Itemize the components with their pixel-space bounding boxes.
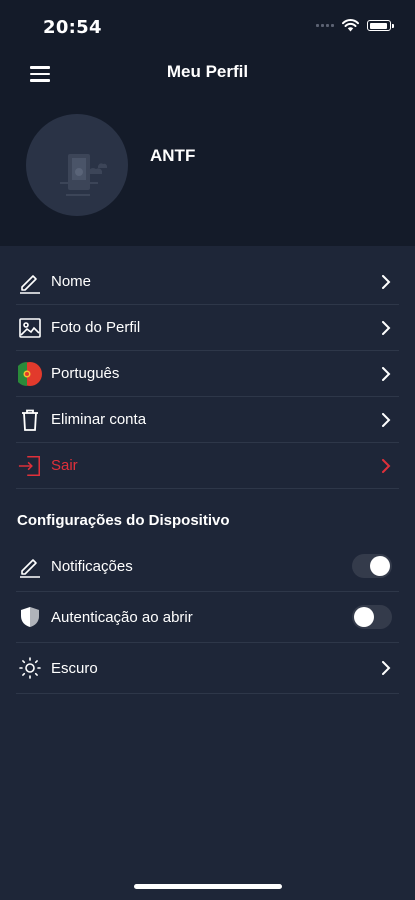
menu-item-logout[interactable]: Sair: [16, 443, 399, 489]
image-icon: [18, 316, 42, 340]
pencil-icon: [18, 554, 42, 578]
logout-icon: [18, 454, 42, 478]
menu-item-delete-account[interactable]: Eliminar conta: [16, 397, 399, 443]
profile-menu-list: Nome Foto do Perfil Português Eliminar c…: [16, 259, 399, 489]
setting-label: Notificações: [51, 557, 133, 575]
status-time: 20:54: [43, 17, 102, 38]
menu-item-label: Sair: [51, 457, 78, 474]
setting-label: Autenticação ao abrir: [51, 608, 193, 626]
sun-icon: [18, 656, 42, 680]
setting-notifications: Notificações: [16, 541, 399, 592]
profile-name: ANTF: [150, 146, 196, 165]
battery-icon: [367, 20, 394, 31]
pencil-icon: [18, 270, 42, 294]
page-title: Meu Perfil: [166, 62, 249, 81]
cellular-signal-icon: [316, 24, 334, 27]
menu-item-label: Foto do Perfil: [51, 319, 141, 336]
menu-item-label: Português: [51, 365, 120, 382]
menu-item-profile-photo[interactable]: Foto do Perfil: [16, 305, 399, 351]
device-settings-title: Configurações do Dispositivo: [17, 512, 230, 529]
trash-icon: [18, 408, 42, 432]
wifi-icon: [342, 19, 359, 32]
auth-on-open-toggle[interactable]: [352, 605, 392, 629]
chevron-right-icon: [382, 320, 391, 335]
status-icons: [316, 19, 394, 32]
profile-header: 20:54 Meu Perfil ANTF: [0, 0, 415, 246]
setting-auth-on-open: Autenticação ao abrir: [16, 592, 399, 643]
menu-item-label: Eliminar conta: [51, 411, 147, 428]
notifications-toggle[interactable]: [352, 554, 392, 578]
portugal-flag-icon: [18, 361, 42, 386]
shield-icon: [18, 605, 42, 629]
device-settings-list: Notificações Autenticação ao abrir Escur…: [16, 541, 399, 694]
menu-item-language[interactable]: Português: [16, 351, 399, 397]
home-indicator[interactable]: [134, 884, 282, 889]
chevron-right-icon: [382, 412, 391, 427]
menu-item-label: Nome: [51, 273, 92, 290]
chevron-right-icon: [382, 458, 391, 473]
avatar[interactable]: [26, 114, 128, 216]
avatar-placeholder-icon: [60, 154, 107, 196]
chevron-right-icon: [382, 366, 391, 381]
setting-label: Escuro: [51, 659, 98, 677]
chevron-right-icon: [382, 274, 391, 289]
setting-dark-mode[interactable]: Escuro: [16, 643, 399, 694]
chevron-right-icon: [382, 661, 391, 675]
menu-item-name[interactable]: Nome: [16, 259, 399, 305]
